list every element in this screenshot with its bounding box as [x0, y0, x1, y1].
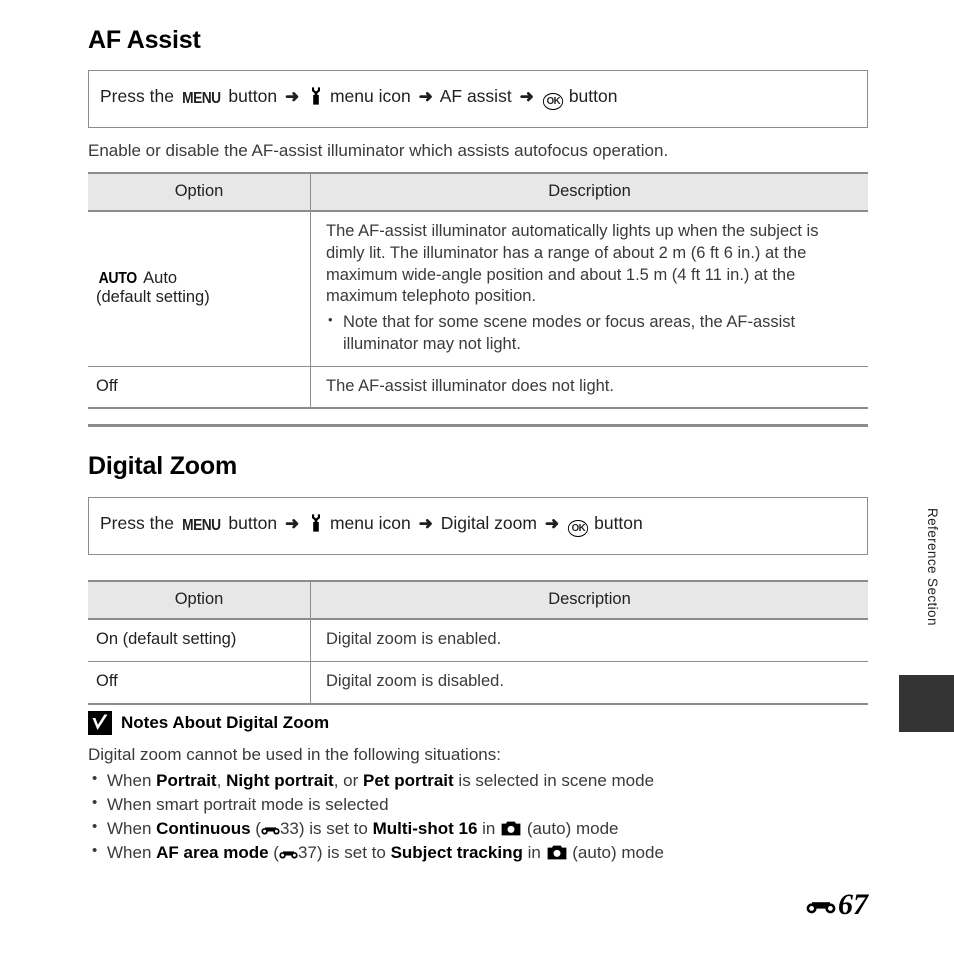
emphasized-term: Continuous — [156, 819, 251, 839]
note-text: , — [216, 771, 227, 790]
note-text: When — [107, 819, 157, 839]
setup-menu-wrench-icon — [309, 87, 323, 105]
command-prefix: Press the — [100, 86, 174, 106]
notes-heading: Notes About Digital Zoom — [88, 711, 868, 735]
list-item: Note that for some scene modes or focus … — [326, 311, 856, 356]
notes-intro: Digital zoom cannot be used in the follo… — [88, 745, 501, 764]
description-cell-auto: The AF-assist illuminator automatically … — [310, 211, 868, 367]
option-cell-on: On (default setting) — [88, 619, 311, 662]
command-suffix: button — [594, 513, 643, 533]
note-text: When — [107, 771, 157, 790]
command-prefix: Press the — [100, 513, 174, 533]
option-default-note: (default setting) — [96, 288, 210, 307]
note-text: is selected in scene mode — [453, 771, 655, 790]
option-cell-auto: AUTO Auto (default setting) — [88, 211, 311, 367]
table-header-row: Option Description — [88, 580, 868, 620]
camera-auto-mode-icon — [501, 819, 521, 836]
arrow-icon-3: ➜ — [519, 87, 534, 106]
notes-title: Notes About Digital Zoom — [121, 713, 330, 732]
command-path-digital-zoom: Press the MENU button ➜ menu icon ➜ Digi… — [88, 497, 868, 555]
menu-button-glyph: MENU — [181, 90, 221, 107]
command-menu-item: Digital zoom — [440, 513, 537, 533]
note-text: , or — [333, 771, 364, 790]
list-item: When Continuous (33) is set to Multi-sho… — [88, 816, 868, 841]
page-title-digital-zoom: Digital Zoom — [88, 452, 237, 480]
option-cell-off: Off — [88, 366, 311, 410]
table-header-row: Option Description — [88, 172, 868, 212]
side-tab-block — [899, 675, 954, 732]
note-text: (auto) mode — [567, 843, 664, 863]
note-text: in — [477, 819, 501, 839]
caution-check-icon — [88, 711, 112, 735]
page-title-af-assist: AF Assist — [88, 26, 201, 54]
reference-section-icon — [261, 818, 280, 835]
column-header-description: Description — [310, 580, 868, 620]
command-menu-item: AF assist — [439, 86, 512, 106]
command-after-menu: button — [228, 86, 278, 106]
list-item: When AF area mode (37) is set to Subject… — [88, 840, 868, 865]
command-path-af-assist: Press the MENU button ➜ menu icon ➜ AF a… — [88, 70, 868, 128]
manual-page: AF Assist Press the MENU button ➜ menu i… — [0, 0, 954, 954]
emphasized-term: Multi-shot 16 — [372, 819, 478, 839]
note-text: 37) is set to — [297, 843, 391, 863]
section-divider — [88, 424, 868, 427]
digital-zoom-options-table: Option Description On (default setting) … — [88, 580, 868, 705]
notes-bullet-list: When Portrait, Night portrait, or Pet po… — [88, 768, 868, 866]
column-header-description: Description — [310, 172, 868, 212]
emphasized-term: Pet portrait — [363, 771, 454, 790]
menu-button-glyph: MENU — [181, 517, 221, 534]
page-number: 67 — [838, 888, 868, 921]
arrow-icon-2: ➜ — [418, 514, 433, 533]
reference-section-icon — [279, 842, 298, 859]
option-label: Auto — [143, 269, 178, 288]
arrow-icon-3: ➜ — [544, 514, 560, 533]
column-header-option: Option — [88, 172, 311, 212]
auto-mode-glyph: AUTO — [98, 270, 138, 288]
reference-section-icon — [806, 897, 836, 914]
page-footer: 67 — [806, 888, 868, 922]
note-text: (auto) mode — [522, 819, 619, 839]
emphasized-term: AF area mode — [156, 843, 269, 863]
description-cell-off: Digital zoom is disabled. — [310, 661, 868, 705]
command-suffix: button — [568, 86, 618, 106]
emphasized-term: Portrait — [156, 771, 217, 790]
note-text: When smart portrait mode is selected — [107, 795, 389, 815]
table-row: On (default setting) Digital zoom is ena… — [88, 619, 868, 662]
emphasized-term: Subject tracking — [390, 843, 523, 863]
note-text: in — [522, 843, 546, 863]
note-text: ( — [268, 843, 279, 863]
list-item: When Portrait, Night portrait, or Pet po… — [88, 768, 868, 793]
camera-auto-mode-icon — [547, 843, 567, 860]
command-after-menu: button — [228, 513, 278, 533]
note-text: ( — [250, 819, 261, 839]
emphasized-term: Night portrait — [226, 771, 334, 790]
menu-icon-label: menu icon — [329, 513, 411, 533]
description-cell-on: Digital zoom is enabled. — [310, 619, 868, 662]
description-cell-off: The AF-assist illuminator does not light… — [310, 366, 868, 410]
table-row: Off The AF-assist illuminator does not l… — [88, 366, 868, 410]
note-text: When — [107, 843, 157, 863]
af-assist-options-table: Option Description AUTO Auto (default se… — [88, 172, 868, 410]
ok-button-icon: OK — [542, 92, 564, 110]
description-bullet-list: Note that for some scene modes or focus … — [326, 311, 856, 356]
ok-button-icon: OK — [567, 519, 589, 537]
option-cell-off: Off — [88, 661, 311, 705]
table-row: Off Digital zoom is disabled. — [88, 661, 868, 705]
setup-menu-wrench-icon — [309, 514, 323, 532]
arrow-icon-1: ➜ — [284, 514, 300, 533]
description-text: The AF-assist illuminator automatically … — [326, 222, 819, 306]
table-row: AUTO Auto (default setting) The AF-assis… — [88, 211, 868, 367]
menu-icon-label: menu icon — [329, 86, 411, 106]
side-tab-label: Reference Section — [925, 508, 940, 626]
list-item: When smart portrait mode is selected — [88, 792, 868, 817]
column-header-option: Option — [88, 580, 311, 620]
intro-text-af-assist: Enable or disable the AF-assist illumina… — [88, 141, 669, 160]
arrow-icon-2: ➜ — [418, 87, 433, 106]
arrow-icon-1: ➜ — [284, 87, 300, 106]
note-text: 33) is set to — [279, 819, 373, 839]
